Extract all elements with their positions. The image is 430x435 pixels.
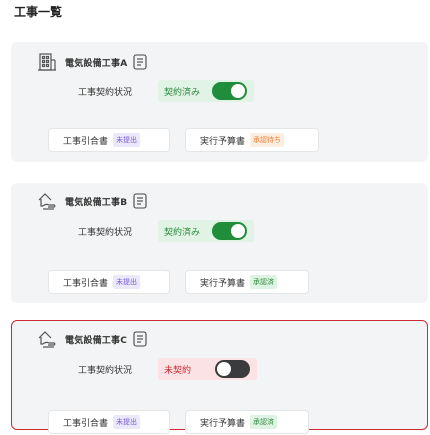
contract-toggle[interactable] bbox=[212, 222, 248, 240]
doc-label: 実行予算書 bbox=[200, 418, 246, 429]
toggle-knob bbox=[231, 84, 246, 98]
budget-doc-button[interactable]: 実行予算書 承認待ち bbox=[185, 128, 319, 152]
project-header: 電気設備工事C bbox=[37, 329, 147, 349]
contract-status-box: 契約済み bbox=[158, 220, 255, 242]
building-icon bbox=[37, 52, 57, 72]
contract-status-label: 工事契約状況 bbox=[78, 365, 133, 376]
contract-toggle[interactable] bbox=[215, 360, 251, 378]
memo-icon[interactable] bbox=[133, 54, 147, 70]
project-name[interactable]: 電気設備工事C bbox=[65, 333, 127, 346]
status-badge: 未提出 bbox=[113, 415, 141, 429]
memo-icon[interactable] bbox=[133, 193, 147, 209]
status-badge: 承認待ち bbox=[250, 133, 285, 147]
doc-label: 実行予算書 bbox=[200, 278, 246, 289]
page-title: 工事一覧 bbox=[14, 5, 63, 19]
house-hand-icon bbox=[37, 329, 57, 349]
status-badge: 承認済 bbox=[250, 275, 278, 289]
project-name[interactable]: 電気設備工事B bbox=[65, 195, 127, 208]
house-hand-icon bbox=[37, 191, 57, 211]
doc-label: 実行予算書 bbox=[200, 136, 246, 147]
inquiry-doc-button[interactable]: 工事引合書 未提出 bbox=[48, 128, 170, 152]
status-badge: 未提出 bbox=[113, 133, 141, 147]
project-header: 電気設備工事B bbox=[37, 191, 147, 211]
project-header: 電気設備工事A bbox=[37, 52, 147, 72]
contract-status-box: 未契約 bbox=[158, 358, 258, 380]
contract-status-label: 工事契約状況 bbox=[78, 227, 133, 238]
contract-status-row: 工事契約状況 契約済み bbox=[78, 80, 255, 102]
contract-status-row: 工事契約状況 契約済み bbox=[78, 220, 255, 242]
contract-toggle[interactable] bbox=[212, 82, 248, 100]
contract-status-box: 契約済み bbox=[158, 80, 255, 102]
contract-status-row: 工事契約状況 未契約 bbox=[78, 358, 258, 380]
contract-status-text: 契約済み bbox=[164, 87, 201, 98]
contract-status-text: 未契約 bbox=[164, 365, 192, 376]
doc-label: 工事引合書 bbox=[63, 418, 109, 429]
status-badge: 承認済 bbox=[250, 415, 278, 429]
budget-doc-button[interactable]: 実行予算書 承認済 bbox=[185, 270, 309, 294]
toggle-knob bbox=[231, 224, 246, 238]
budget-doc-button[interactable]: 実行予算書 承認済 bbox=[185, 410, 309, 434]
project-name[interactable]: 電気設備工事A bbox=[65, 56, 127, 69]
doc-label: 工事引合書 bbox=[63, 278, 109, 289]
inquiry-doc-button[interactable]: 工事引合書 未提出 bbox=[48, 270, 170, 294]
doc-label: 工事引合書 bbox=[63, 136, 109, 147]
status-badge: 未提出 bbox=[113, 275, 141, 289]
toggle-knob bbox=[217, 362, 232, 376]
inquiry-doc-button[interactable]: 工事引合書 未提出 bbox=[48, 410, 170, 434]
contract-status-label: 工事契約状況 bbox=[78, 87, 133, 98]
contract-status-text: 契約済み bbox=[164, 227, 201, 238]
memo-icon[interactable] bbox=[133, 331, 147, 347]
